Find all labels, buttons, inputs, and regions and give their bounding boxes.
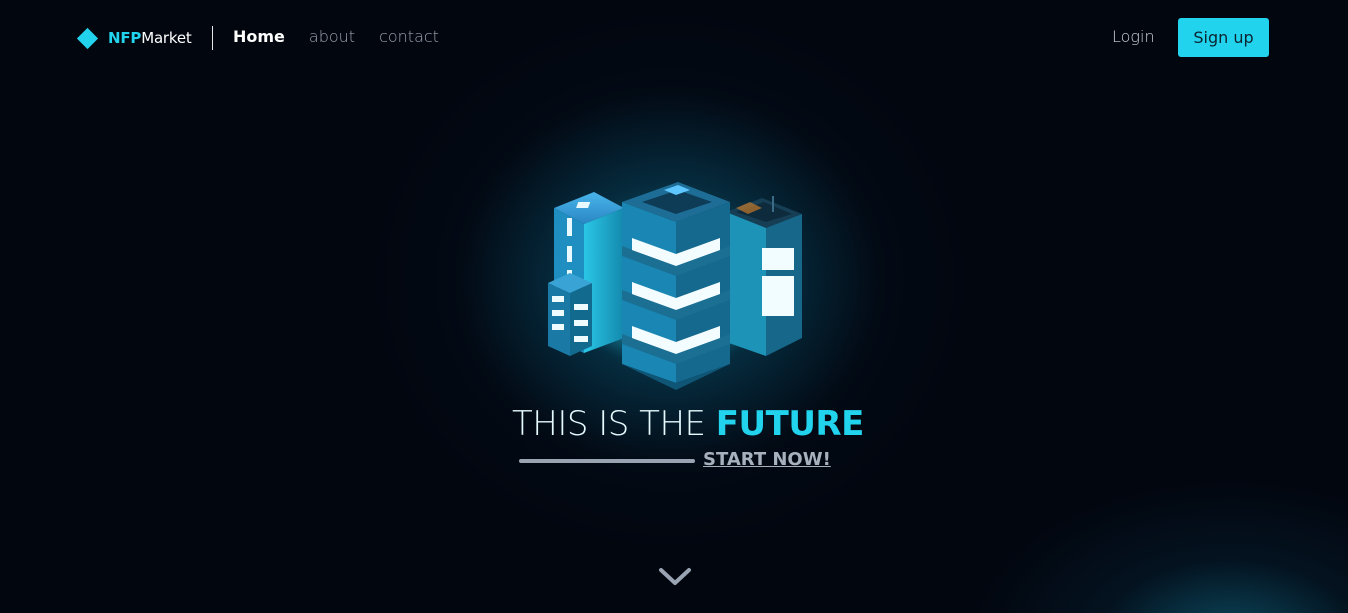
signup-button[interactable]: Sign up [1178,18,1269,57]
chevron-down-icon[interactable] [658,566,692,588]
cta-underline-bar [519,459,695,463]
start-now-link[interactable]: START NOW! [703,449,831,470]
isometric-buildings-illustration [548,182,802,390]
diamond-icon [76,27,99,49]
nav-link-contact[interactable]: contact [379,27,439,46]
headline-lead: THIS IS THE [512,404,716,444]
brand-name-accent: NFP [108,29,142,47]
landing-page: NFPMarket Home about contact Login Sign … [0,0,1348,613]
login-link[interactable]: Login [1112,27,1155,46]
nav-links: Home about contact [233,27,439,46]
brand-name: NFPMarket [108,29,192,47]
nav-link-home[interactable]: Home [233,27,285,46]
nav-divider [212,26,213,50]
brand-name-rest: Market [141,29,192,47]
brand-logo[interactable]: NFPMarket [76,26,192,50]
headline-accent: FUTURE [715,404,865,444]
top-navigation: NFPMarket Home about contact Login Sign … [0,0,1348,76]
nav-link-about[interactable]: about [309,27,355,46]
hero-headline: THIS IS THE FUTURE [512,404,864,444]
